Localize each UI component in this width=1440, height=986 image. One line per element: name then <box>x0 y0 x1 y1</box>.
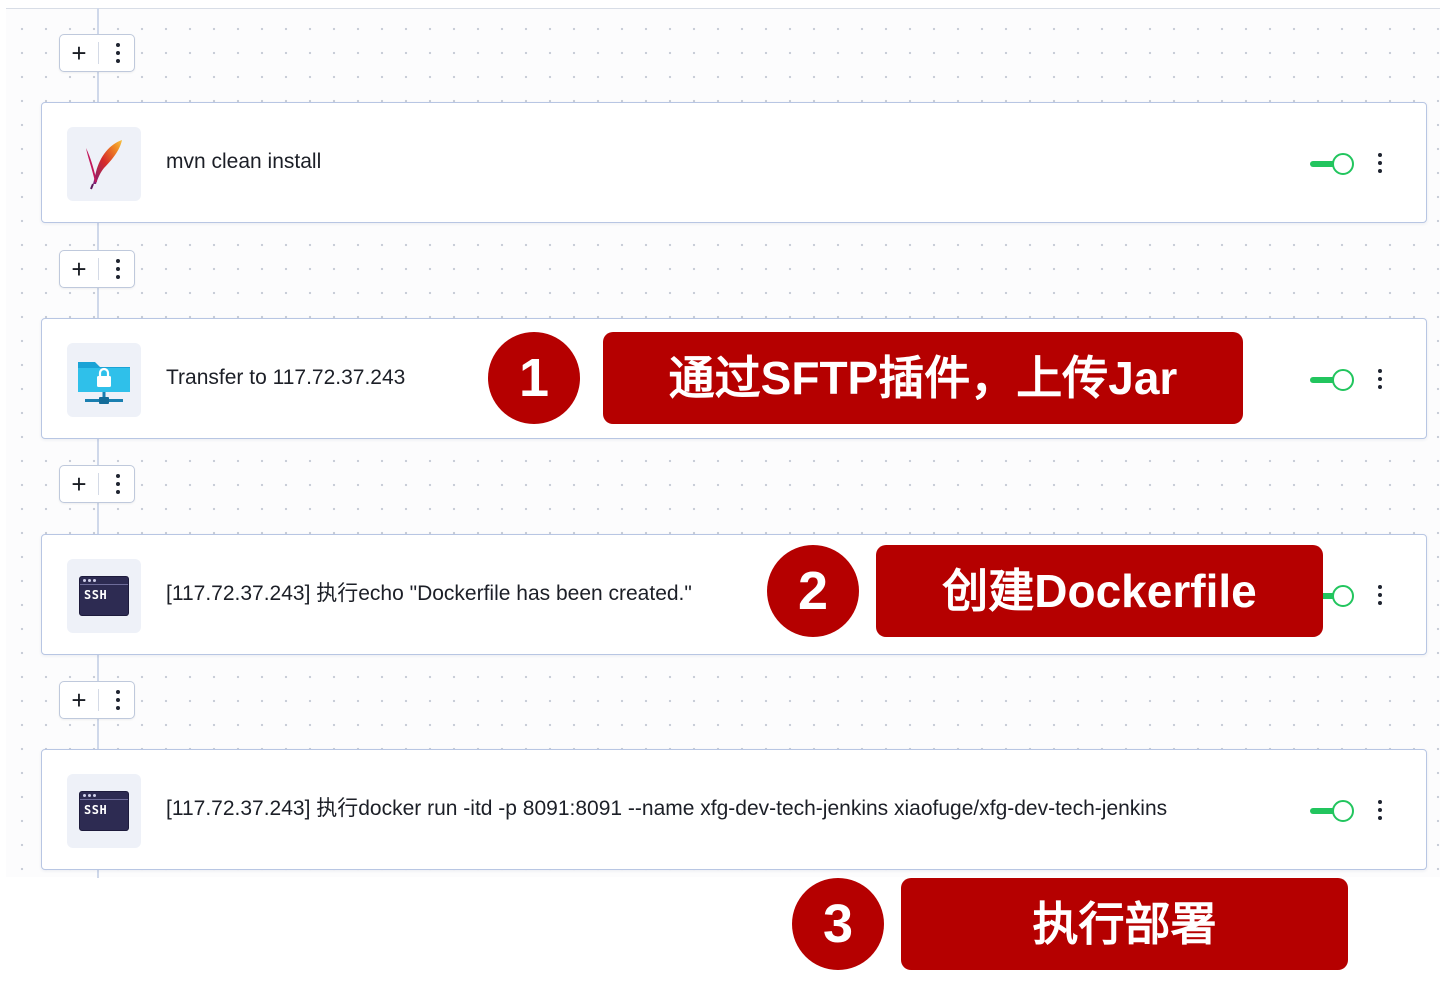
step-enable-toggle[interactable] <box>1310 369 1356 391</box>
step-label: Transfer to 117.72.37.243 <box>166 366 406 389</box>
step-enable-toggle[interactable] <box>1310 153 1356 175</box>
add-step-button[interactable]: + <box>60 251 98 287</box>
more-vertical-icon <box>116 474 120 494</box>
insert-step-control: + <box>59 34 135 72</box>
annotation-number-badge: 3 <box>792 878 884 970</box>
more-vertical-icon <box>1378 153 1382 173</box>
annotation-callout: 创建Dockerfile <box>876 545 1323 637</box>
step-icon-container <box>67 127 141 201</box>
insert-more-button[interactable] <box>99 682 134 718</box>
apache-feather-icon <box>86 140 122 190</box>
step-icon-container: SSH <box>67 774 141 848</box>
add-step-button[interactable]: + <box>60 35 98 71</box>
more-vertical-icon <box>1378 585 1382 605</box>
annotation-number-badge: 1 <box>488 332 580 424</box>
more-vertical-icon <box>1378 800 1382 820</box>
step-card-ssh-docker-run[interactable]: SSH [117.72.37.243] 执行docker run -itd -p… <box>41 749 1427 870</box>
step-label: mvn clean install <box>166 150 322 173</box>
insert-more-button[interactable] <box>99 35 134 71</box>
ssh-terminal-icon: SSH <box>79 791 129 831</box>
ssh-terminal-icon: SSH <box>79 576 129 616</box>
more-vertical-icon <box>116 690 120 710</box>
step-icon-container <box>67 343 141 417</box>
step-label: [117.72.37.243] 执行docker run -itd -p 809… <box>166 797 1168 820</box>
step-icon-container: SSH <box>67 559 141 633</box>
insert-step-control: + <box>59 681 135 719</box>
insert-more-button[interactable] <box>99 466 134 502</box>
more-vertical-icon <box>1378 369 1382 389</box>
step-enable-toggle[interactable] <box>1310 800 1356 822</box>
add-step-button[interactable]: + <box>60 466 98 502</box>
sftp-folder-lock-icon <box>78 362 130 404</box>
more-vertical-icon <box>116 43 120 63</box>
step-label: [117.72.37.243] 执行echo "Dockerfile has b… <box>166 582 692 605</box>
insert-step-control: + <box>59 465 135 503</box>
insert-more-button[interactable] <box>99 251 134 287</box>
annotation-number-badge: 2 <box>767 545 859 637</box>
step-card-mvn[interactable]: mvn clean install <box>41 102 1427 223</box>
add-step-button[interactable]: + <box>60 682 98 718</box>
insert-step-control: + <box>59 250 135 288</box>
annotation-callout: 执行部署 <box>901 878 1348 970</box>
annotation-callout: 通过SFTP插件，上传Jar <box>603 332 1243 424</box>
more-vertical-icon <box>116 259 120 279</box>
